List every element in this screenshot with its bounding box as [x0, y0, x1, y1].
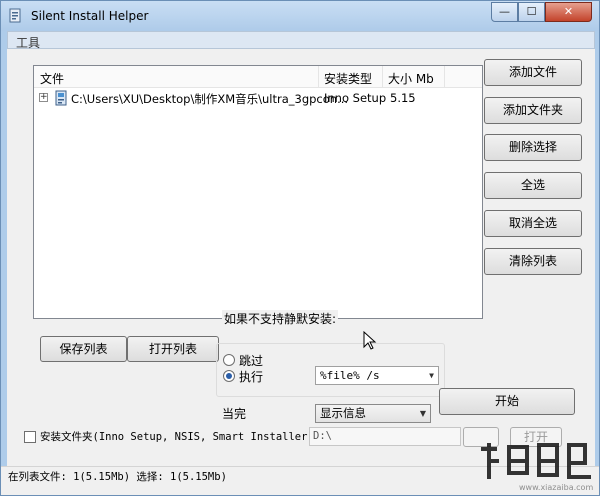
- execute-label: 执行: [239, 370, 264, 384]
- install-folder-label: 安装文件夹(Inno Setup, NSIS, Smart Installer,…: [40, 431, 327, 443]
- clear-list-button[interactable]: 清除列表: [484, 248, 582, 275]
- start-button[interactable]: 开始: [439, 388, 575, 415]
- on-complete-value: 显示信息: [320, 406, 366, 420]
- main-panel: 文件 安装类型 大小 Mb + C:\Users\XU\Desktop\制作XM…: [7, 49, 595, 468]
- install-folder-path[interactable]: D:\: [309, 427, 461, 446]
- column-header-install-type[interactable]: 安装类型: [324, 70, 372, 87]
- delete-selected-button[interactable]: 删除选择: [484, 134, 582, 161]
- file-list[interactable]: 文件 安装类型 大小 Mb + C:\Users\XU\Desktop\制作XM…: [33, 65, 483, 319]
- installer-icon: [55, 90, 67, 106]
- install-folder-checkbox[interactable]: [24, 431, 36, 443]
- title-bar[interactable]: Silent Install Helper — ☐ ✕: [1, 1, 599, 31]
- status-text: 在列表文件: 1(5.15Mb) 选择: 1(5.15Mb): [8, 471, 227, 483]
- add-folder-button[interactable]: 添加文件夹: [484, 97, 582, 124]
- maximize-button[interactable]: ☐: [518, 2, 545, 22]
- deselect-all-button[interactable]: 取消全选: [484, 210, 582, 237]
- column-divider[interactable]: [382, 66, 383, 88]
- fallback-label: 如果不支持静默安装:: [222, 310, 339, 327]
- app-icon: [9, 8, 21, 23]
- maximize-icon: ☐: [526, 5, 537, 18]
- select-all-button[interactable]: 全选: [484, 172, 582, 199]
- close-button[interactable]: ✕: [545, 2, 592, 22]
- install-type: Inno Setup: [324, 91, 387, 105]
- mouse-cursor-icon: [363, 331, 377, 350]
- app-window: Silent Install Helper — ☐ ✕ 工具 文件 安装类型 大…: [0, 0, 600, 496]
- on-complete-combobox[interactable]: 显示信息 ▼: [315, 404, 431, 423]
- command-combobox[interactable]: %file% /s ▼: [315, 366, 439, 385]
- execute-radio[interactable]: [223, 370, 235, 382]
- watermark-url: www.xiazaiba.com: [519, 483, 594, 492]
- table-row[interactable]: + C:\Users\XU\Desktop\制作XM音乐\ultra_3gpco…: [34, 88, 482, 108]
- column-divider[interactable]: [444, 66, 445, 88]
- command-value: %file% /s: [320, 369, 380, 382]
- column-header-file[interactable]: 文件: [40, 70, 64, 87]
- file-size: 5.15: [390, 91, 416, 105]
- window-title: Silent Install Helper: [31, 9, 149, 23]
- on-complete-label: 当完: [222, 407, 247, 421]
- close-icon: ✕: [563, 5, 574, 18]
- file-path: C:\Users\XU\Desktop\制作XM音乐\ultra_3gpcon.…: [71, 92, 349, 106]
- minimize-button[interactable]: —: [491, 2, 518, 22]
- add-file-button[interactable]: 添加文件: [484, 59, 582, 86]
- expand-icon[interactable]: +: [39, 93, 48, 102]
- chevron-down-icon: ▼: [419, 409, 426, 418]
- menu-bar: 工具: [7, 31, 595, 50]
- save-list-button[interactable]: 保存列表: [40, 336, 127, 362]
- open-list-button[interactable]: 打开列表: [127, 336, 219, 362]
- file-list-header: 文件 安装类型 大小 Mb: [34, 66, 482, 88]
- column-header-size[interactable]: 大小 Mb: [388, 70, 434, 87]
- column-divider[interactable]: [318, 66, 319, 88]
- skip-label: 跳过: [239, 354, 264, 368]
- minimize-icon: —: [499, 5, 510, 18]
- skip-radio[interactable]: [223, 354, 235, 366]
- chevron-down-icon: ▼: [429, 371, 434, 380]
